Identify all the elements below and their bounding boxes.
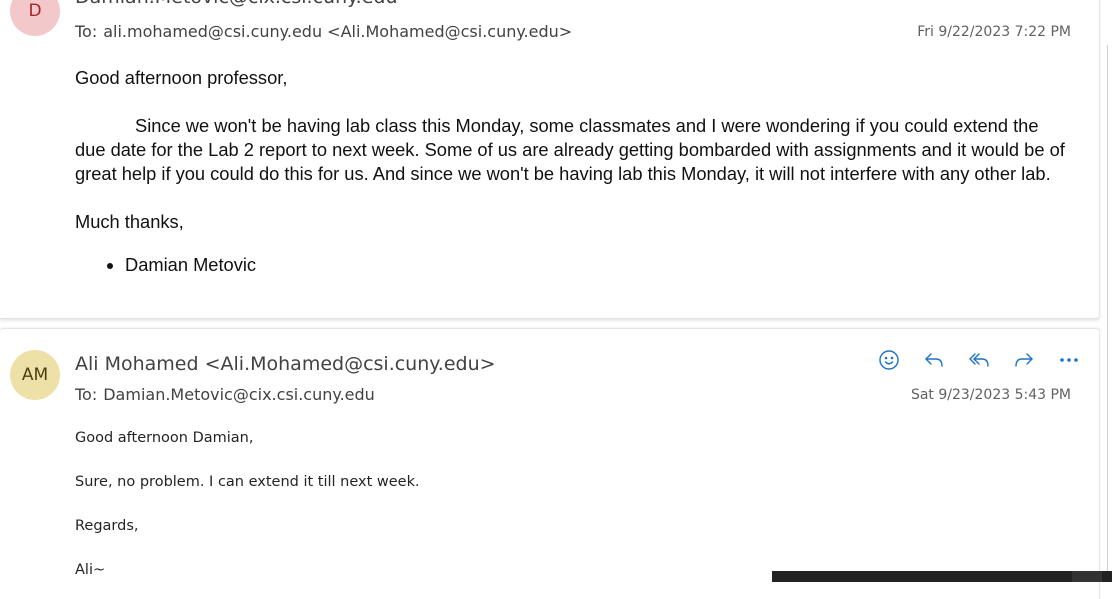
message-card-1: D Damian.Metovic@cix.csi.cuny.edu To: ali…: [0, 0, 1100, 319]
recipient-address[interactable]: Damian.Metovic@cix.csi.cuny.edu: [103, 385, 375, 404]
signature-list: Damian Metovic: [75, 253, 1065, 277]
reply-all-button[interactable]: [956, 348, 1001, 372]
message-date: Sat 9/23/2023 5:43 PM: [910, 387, 1071, 403]
more-options-button[interactable]: [1046, 348, 1091, 372]
forward-icon: [1014, 353, 1033, 367]
scrollbar[interactable]: [1107, 45, 1108, 575]
recipient-address[interactable]: ali.mohamed@csi.cuny.edu <Ali.Mohamed@cs…: [103, 22, 572, 41]
greeting: Good afternoon Damian,: [75, 430, 254, 446]
more-options-icon: [1059, 358, 1078, 362]
signature-item: Damian Metovic: [125, 253, 1065, 277]
recipient-line: To: Damian.Metovic@cix.csi.cuny.edu: [75, 385, 375, 404]
message-actions: [866, 348, 1091, 372]
message-card-2: AM Ali Mohamed <Ali.Mohamed@csi.cuny.edu…: [0, 328, 1100, 599]
taskbar-overlay: [772, 571, 1112, 582]
closing: Much thanks,: [75, 211, 184, 232]
to-label: To:: [75, 22, 98, 41]
closing: Regards,: [75, 518, 139, 534]
reply-all-icon: [968, 353, 989, 367]
avatar-damian: D: [10, 0, 60, 36]
emoji-react-icon: [878, 350, 899, 370]
avatar-ali: AM: [10, 350, 60, 400]
avatar-initial: D: [28, 1, 42, 21]
sender-name[interactable]: Damian.Metovic@cix.csi.cuny.edu: [75, 0, 397, 8]
body-line: Sure, no problem. I can extend it till n…: [75, 474, 420, 490]
reply-icon: [924, 353, 943, 367]
recipient-line: To: ali.mohamed@csi.cuny.edu <Ali.Mohamed…: [75, 22, 572, 41]
signature: Ali~: [75, 562, 106, 578]
reply-button[interactable]: [911, 348, 956, 372]
to-label: To:: [75, 385, 98, 404]
body-paragraph: Since we won't be having lab class this …: [75, 115, 1065, 184]
avatar-initials: AM: [21, 365, 49, 385]
sender-name[interactable]: Ali Mohamed <Ali.Mohamed@csi.cuny.edu>: [75, 353, 496, 375]
emoji-react-button[interactable]: [866, 348, 911, 372]
message-date: Fri 9/22/2023 7:22 PM: [917, 24, 1071, 40]
forward-button[interactable]: [1001, 348, 1046, 372]
greeting: Good afternoon professor,: [75, 67, 288, 88]
message-body: Good afternoon professor, Since we won't…: [75, 66, 1065, 277]
